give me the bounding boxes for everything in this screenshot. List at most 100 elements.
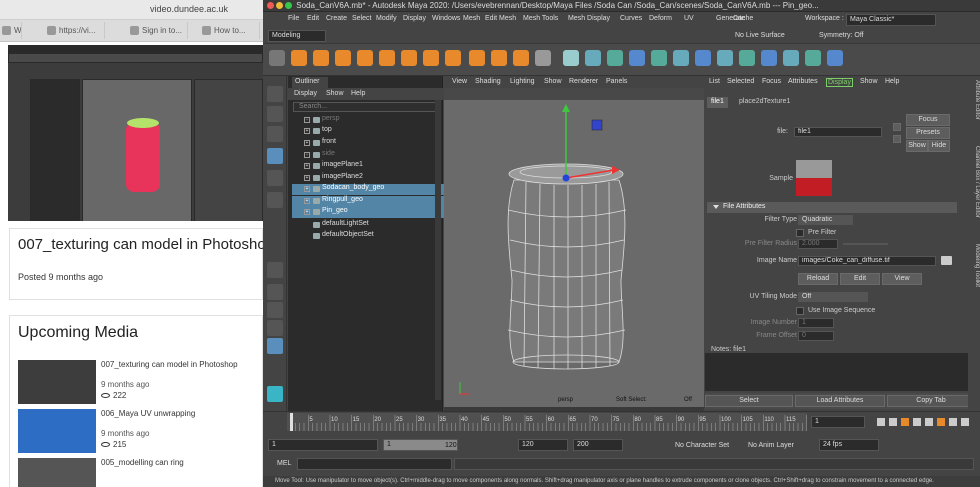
- scale-tool-icon[interactable]: [267, 192, 283, 208]
- menu-windows[interactable]: Windows: [432, 15, 460, 22]
- close-icon[interactable]: [267, 2, 274, 9]
- ae-menu-focus[interactable]: Focus: [762, 78, 781, 85]
- file-attributes-section[interactable]: File Attributes: [707, 202, 957, 213]
- expand-icon[interactable]: +: [304, 209, 310, 215]
- browser-tab[interactable]: Sign in to...: [128, 22, 188, 39]
- arrow-icon[interactable]: [893, 135, 901, 143]
- helix-icon[interactable]: [445, 50, 461, 66]
- media-thumbnail[interactable]: [18, 360, 96, 404]
- mirror-icon[interactable]: [761, 50, 777, 66]
- cone-icon[interactable]: [335, 50, 351, 66]
- menu-mesh-tools[interactable]: Mesh Tools: [523, 15, 558, 22]
- combine-icon[interactable]: [535, 50, 551, 66]
- select-tool-icon[interactable]: [267, 86, 283, 102]
- svg-icon[interactable]: [513, 50, 529, 66]
- minimize-icon[interactable]: [276, 2, 283, 9]
- image-number-field[interactable]: 1: [798, 318, 834, 328]
- star-icon[interactable]: [469, 50, 485, 66]
- step-back-key-icon[interactable]: [889, 418, 897, 426]
- vp-menu-panels[interactable]: Panels: [606, 78, 627, 85]
- go-end-icon[interactable]: [961, 418, 969, 426]
- outliner-scrollbar[interactable]: [435, 100, 441, 400]
- pre-filter-checkbox[interactable]: [796, 229, 804, 237]
- paint-select-icon[interactable]: [267, 126, 283, 142]
- fps-select[interactable]: 24 fps: [819, 439, 879, 451]
- expand-icon[interactable]: +: [304, 175, 310, 181]
- outliner-menu-help[interactable]: Help: [351, 90, 365, 97]
- symmetry-setting[interactable]: Symmetry: Off: [819, 32, 864, 39]
- planar-map-icon[interactable]: [805, 50, 821, 66]
- media-title[interactable]: 006_Maya UV unwrapping: [101, 409, 195, 418]
- sphere-icon[interactable]: [269, 50, 285, 66]
- step-back-icon[interactable]: [901, 418, 909, 426]
- ae-menu-show[interactable]: Show: [860, 78, 878, 85]
- cylinder-icon[interactable]: [313, 50, 329, 66]
- four-view-icon[interactable]: [267, 284, 283, 300]
- menu-surfaces[interactable]: Deform: [649, 15, 672, 22]
- go-start-icon[interactable]: [877, 418, 885, 426]
- outliner-search-input[interactable]: Search...: [293, 102, 440, 112]
- media-item[interactable]: 005_modelling can ring: [18, 458, 263, 487]
- no-anim-layer[interactable]: No Anim Layer: [748, 442, 794, 449]
- outliner-menu-show[interactable]: Show: [326, 90, 344, 97]
- range-end-b[interactable]: 200: [573, 439, 623, 451]
- fill-hole-icon[interactable]: [695, 50, 711, 66]
- browser-tab[interactable]: https://vi...: [45, 22, 105, 39]
- single-view-icon[interactable]: [267, 262, 283, 278]
- extrude-icon[interactable]: [629, 50, 645, 66]
- video-player[interactable]: [8, 45, 263, 221]
- time-ruler[interactable]: 5 10 15 20 25 30 35 40 45 50 55 60 65 70 75 80 85 90 95 100…: [287, 413, 818, 431]
- lasso-tool-icon[interactable]: [267, 106, 283, 122]
- expand-icon[interactable]: +: [304, 117, 310, 123]
- viewport[interactable]: [444, 100, 704, 400]
- expand-icon[interactable]: +: [304, 152, 310, 158]
- media-item[interactable]: 007_texturing can model in Photoshop 9 m…: [18, 360, 263, 406]
- menu-create[interactable]: Create: [326, 15, 347, 22]
- vp-menu-shading[interactable]: Shading: [475, 78, 501, 85]
- menu-modify[interactable]: Modify: [376, 15, 397, 22]
- menu-deform[interactable]: UV: [684, 15, 694, 22]
- mel-input[interactable]: [297, 458, 452, 470]
- ae-menu-help[interactable]: Help: [885, 78, 899, 85]
- reduce-icon[interactable]: [739, 50, 755, 66]
- hide-button[interactable]: Hide: [928, 140, 950, 152]
- torus-icon[interactable]: [357, 50, 373, 66]
- menu-generate[interactable]: Cache: [733, 15, 753, 22]
- ae-menu-list[interactable]: List: [709, 78, 720, 85]
- outliner-layout-icon[interactable]: [267, 320, 283, 336]
- bevel-icon[interactable]: [585, 50, 601, 66]
- filter-type-select[interactable]: Quadratic: [798, 215, 853, 225]
- load-attributes-button[interactable]: Load Attributes: [795, 395, 885, 407]
- rotate-tool-icon[interactable]: [267, 170, 283, 186]
- focus-button[interactable]: Focus: [906, 114, 950, 126]
- menu-display[interactable]: Display: [403, 15, 426, 22]
- vp-menu-show[interactable]: Show: [544, 78, 562, 85]
- outliner-tab[interactable]: Outliner: [292, 77, 328, 88]
- media-title[interactable]: 005_modelling can ring: [101, 458, 184, 467]
- collapse-triangle-icon[interactable]: [713, 205, 719, 209]
- multicut-icon[interactable]: [651, 50, 667, 66]
- persp-outliner-icon[interactable]: [267, 338, 283, 354]
- menu-mesh[interactable]: Mesh: [463, 15, 480, 22]
- expand-icon[interactable]: +: [304, 198, 310, 204]
- image-name-field[interactable]: images/Coke_can_diffuse.tif: [798, 256, 936, 266]
- tab-place2dtexture1[interactable]: place2dTexture1: [735, 97, 794, 108]
- media-item[interactable]: 006_Maya UV unwrapping 9 months ago 215: [18, 409, 263, 455]
- workspace-select[interactable]: Maya Classic*: [846, 14, 936, 26]
- expand-icon[interactable]: +: [304, 140, 310, 146]
- ae-menu-display[interactable]: Display: [826, 78, 853, 87]
- notes-textarea[interactable]: [705, 353, 975, 391]
- folder-icon[interactable]: [941, 256, 952, 265]
- view-button[interactable]: View: [882, 273, 922, 285]
- modeling-toolkit-tab[interactable]: Modeling Toolkit: [968, 244, 980, 287]
- disc-icon[interactable]: [401, 50, 417, 66]
- pre-filter-radius-slider[interactable]: [843, 243, 888, 245]
- expand-icon[interactable]: +: [304, 163, 310, 169]
- browser-tab[interactable]: How to...: [200, 22, 260, 39]
- menu-edit[interactable]: Edit: [307, 15, 319, 22]
- attribute-editor-tab[interactable]: Attribute Editor: [968, 80, 980, 120]
- expand-icon[interactable]: +: [304, 128, 310, 134]
- cube-icon[interactable]: [291, 50, 307, 66]
- no-character-set[interactable]: No Character Set: [675, 442, 729, 449]
- ae-menu-selected[interactable]: Selected: [727, 78, 754, 85]
